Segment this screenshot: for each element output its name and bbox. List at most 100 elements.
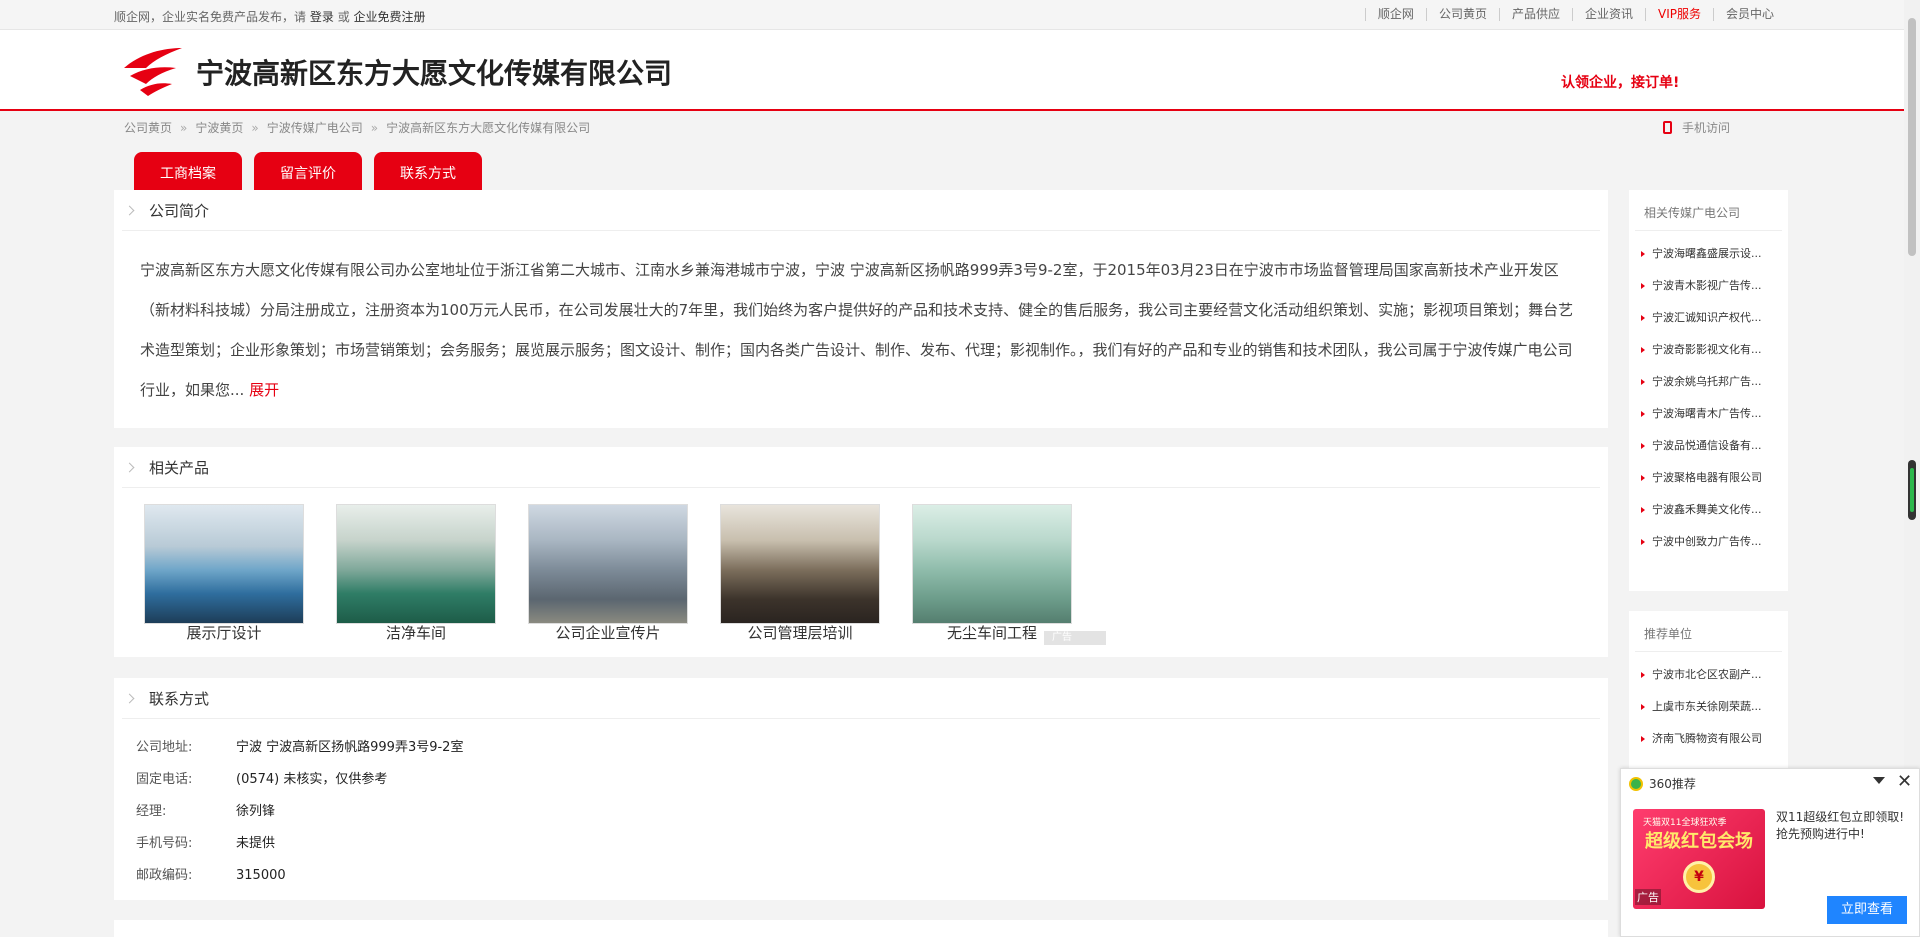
intro-text: 宁波高新区东方大愿文化传媒有限公司办公室地址位于浙江省第二大城市、江南水乡兼海港… xyxy=(140,250,1580,410)
tab-reviews[interactable]: 留言评价 xyxy=(254,152,362,190)
scroll-indicator[interactable] xyxy=(1908,460,1916,520)
contact-row: 固定电话: (0574) 未核实，仅供参考 xyxy=(136,768,387,787)
product-caption[interactable]: 展示厅设计 xyxy=(144,624,304,642)
view-now-button[interactable]: 立即查看 xyxy=(1827,896,1907,924)
contact-label: 邮政编码: xyxy=(136,868,193,883)
product-image-showroom[interactable] xyxy=(144,504,304,624)
contact-value: (0574) 未核实，仅供参考 xyxy=(236,772,388,787)
product-caption[interactable]: 洁净车间 xyxy=(336,624,496,642)
contact-label: 手机号码: xyxy=(136,836,193,851)
top-nav-member[interactable]: 会员中心 xyxy=(1712,8,1786,21)
related-company-item[interactable]: 宁波鑫禾舞美文化传... xyxy=(1641,504,1762,536)
popup-text[interactable]: 双11超级红包立即领取!抢先预购进行中! xyxy=(1776,809,1914,843)
related-company-name[interactable]: 宁波鑫禾舞美文化传... xyxy=(1652,504,1762,536)
related-company-name[interactable]: 宁波聚格电器有限公司 xyxy=(1652,472,1762,504)
products-panel: 相关产品 展示厅设计 洁净车间 公司企业宣传片 公司管理层培训 无尘车间工程 广… xyxy=(114,447,1608,657)
related-company-name[interactable]: 宁波青木影视广告传... xyxy=(1652,280,1762,312)
bullet-icon xyxy=(1641,347,1645,353)
phone-icon xyxy=(1663,121,1672,134)
recommended-name[interactable]: 上虞市东关徐刚荣蔬... xyxy=(1652,701,1762,733)
contact-value: 徐列锋 xyxy=(236,804,276,819)
related-company-name[interactable]: 宁波海曙青木广告传... xyxy=(1652,408,1762,440)
top-nav-news[interactable]: 企业资讯 xyxy=(1571,8,1645,21)
product-item[interactable]: 展示厅设计 xyxy=(144,504,304,642)
claim-company-link[interactable]: 认领企业，接订单! xyxy=(1561,72,1679,92)
recommended-panel: 推荐单位 宁波市北仑区农副产... 上虞市东关徐刚荣蔬... 济南飞腾物资有限公… xyxy=(1629,611,1788,771)
register-link[interactable]: 企业免费注册 xyxy=(354,10,426,24)
bullet-icon xyxy=(1641,379,1645,385)
contact-row: 公司地址: 宁波 宁波高新区扬帆路999弄3号9-2室 xyxy=(136,736,463,755)
top-bar-intro-text: 顺企网，企业实名免费产品发布，请 xyxy=(114,10,307,24)
product-caption[interactable]: 公司管理层培训 xyxy=(720,624,880,642)
related-company-item[interactable]: 宁波余姚乌托邦广告... xyxy=(1641,376,1762,408)
scroll-indicator-bar xyxy=(1910,468,1914,512)
related-company-item[interactable]: 宁波聚格电器有限公司 xyxy=(1641,472,1762,504)
product-item[interactable]: 无尘车间工程 xyxy=(912,504,1072,642)
recommended-name[interactable]: 宁波市北仑区农副产... xyxy=(1652,669,1762,701)
contact-row: 邮政编码: 315000 xyxy=(136,864,286,883)
recommended-list: 宁波市北仑区农副产... 上虞市东关徐刚荣蔬... 济南飞腾物资有限公司 xyxy=(1641,669,1762,765)
recommended-name[interactable]: 济南飞腾物资有限公司 xyxy=(1652,733,1762,765)
top-nav-vip[interactable]: VIP服务 xyxy=(1644,8,1713,21)
bullet-icon xyxy=(1641,283,1645,289)
collapse-icon[interactable] xyxy=(1873,777,1885,784)
breadcrumb-category[interactable]: 宁波传媒广电公司 xyxy=(267,121,363,135)
product-item[interactable]: 公司企业宣传片 xyxy=(528,504,688,642)
product-image-training[interactable] xyxy=(720,504,880,624)
top-nav-home[interactable]: 顺企网 xyxy=(1364,8,1426,21)
tab-business-records[interactable]: 工商档案 xyxy=(134,152,242,190)
breadcrumb-current: 宁波高新区东方大愿文化传媒有限公司 xyxy=(386,121,591,135)
mobile-access[interactable]: 手机访问 xyxy=(1663,119,1730,136)
top-bar: 顺企网，企业实名免费产品发布，请 登录 或 企业免费注册 顺企网 公司黄页 产品… xyxy=(0,0,1904,30)
product-image-dustfree[interactable] xyxy=(912,504,1072,624)
close-icon[interactable]: ✕ xyxy=(1897,771,1912,792)
contact-title: 联系方式 xyxy=(124,688,210,709)
related-company-item[interactable]: 宁波品悦通信设备有... xyxy=(1641,440,1762,472)
next-panel xyxy=(114,920,1608,937)
related-company-item[interactable]: 宁波汇诚知识产权代... xyxy=(1641,312,1762,344)
ad-tag[interactable]: 广告 xyxy=(1044,631,1106,645)
360-logo-icon xyxy=(1629,776,1643,791)
bullet-icon xyxy=(1641,672,1645,678)
company-title: 宁波高新区东方大愿文化传媒有限公司 xyxy=(196,57,673,90)
login-link[interactable]: 登录 xyxy=(310,10,334,24)
top-nav-products[interactable]: 产品供应 xyxy=(1498,8,1572,21)
chevron-right-icon xyxy=(124,205,135,216)
product-item[interactable]: 公司管理层培训 xyxy=(720,504,880,642)
recommended-item[interactable]: 济南飞腾物资有限公司 xyxy=(1641,733,1762,765)
related-company-item[interactable]: 宁波中创致力广告传... xyxy=(1641,536,1762,568)
recommended-item[interactable]: 上虞市东关徐刚荣蔬... xyxy=(1641,701,1762,733)
related-company-item[interactable]: 宁波青木影视广告传... xyxy=(1641,280,1762,312)
related-company-name[interactable]: 宁波品悦通信设备有... xyxy=(1652,440,1762,472)
breadcrumb-ningbo[interactable]: 宁波黄页 xyxy=(195,121,243,135)
expand-link[interactable]: 展开 xyxy=(249,381,279,399)
related-company-name[interactable]: 宁波余姚乌托邦广告... xyxy=(1652,376,1762,408)
related-company-name[interactable]: 宁波中创致力广告传... xyxy=(1652,536,1762,568)
bullet-icon xyxy=(1641,411,1645,417)
related-company-item[interactable]: 宁波奇影影视文化有... xyxy=(1641,344,1762,376)
product-caption[interactable]: 公司企业宣传片 xyxy=(528,624,688,642)
top-bar-or: 或 xyxy=(337,10,350,24)
recommended-item[interactable]: 宁波市北仑区农副产... xyxy=(1641,669,1762,701)
breadcrumb-yellow-pages[interactable]: 公司黄页 xyxy=(124,121,172,135)
company-logo-icon[interactable] xyxy=(122,46,184,96)
intro-title-text: 公司简介 xyxy=(149,202,210,220)
popup-banner[interactable]: 天猫双11全球狂欢季 超级红包会场 ¥ 广告 xyxy=(1633,809,1765,909)
coin-icon: ¥ xyxy=(1683,861,1715,893)
bullet-icon xyxy=(1641,315,1645,321)
top-nav-yellow-pages[interactable]: 公司黄页 xyxy=(1425,8,1499,21)
top-bar-intro: 顺企网，企业实名免费产品发布，请 登录 或 企业免费注册 xyxy=(114,8,426,25)
contact-label: 公司地址: xyxy=(136,740,193,755)
scrollbar-thumb[interactable] xyxy=(1908,18,1916,256)
tab-contact[interactable]: 联系方式 xyxy=(374,152,482,190)
related-company-item[interactable]: 宁波海曙青木广告传... xyxy=(1641,408,1762,440)
related-company-name[interactable]: 宁波奇影影视文化有... xyxy=(1652,344,1762,376)
product-item[interactable]: 洁净车间 xyxy=(336,504,496,642)
related-company-name[interactable]: 宁波海曙鑫盛展示设... xyxy=(1652,248,1762,280)
product-image-building[interactable] xyxy=(528,504,688,624)
contact-title-text: 联系方式 xyxy=(149,690,210,708)
related-company-name[interactable]: 宁波汇诚知识产权代... xyxy=(1652,312,1762,344)
recommended-title: 推荐单位 xyxy=(1644,627,1693,641)
related-company-item[interactable]: 宁波海曙鑫盛展示设... xyxy=(1641,248,1762,280)
product-image-cleanroom[interactable] xyxy=(336,504,496,624)
